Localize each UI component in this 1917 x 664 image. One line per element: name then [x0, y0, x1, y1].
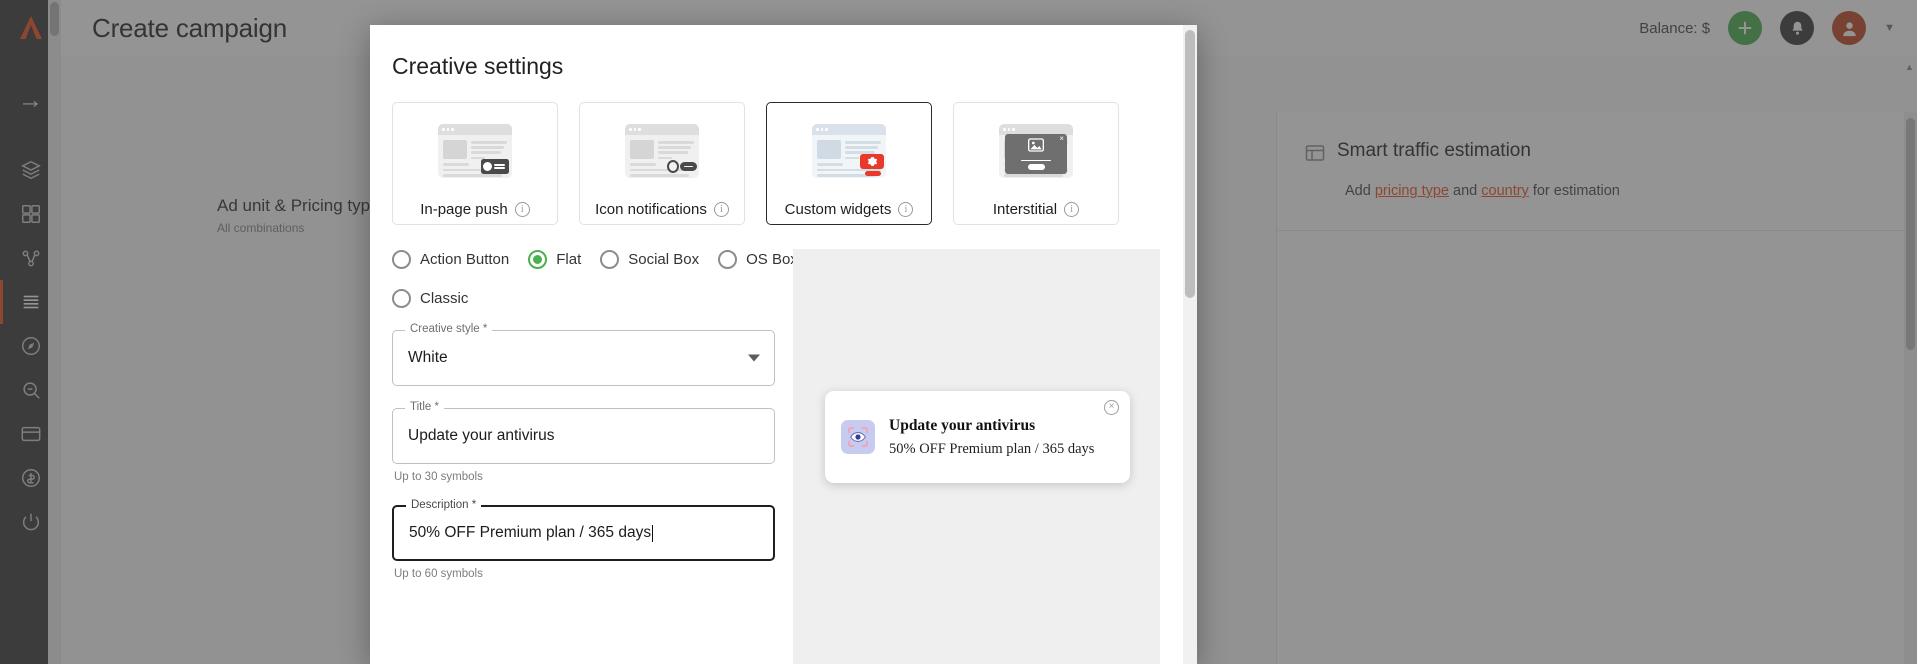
creative-form: Creative style * White Title * Update yo… — [392, 323, 775, 580]
radio-indicator[interactable] — [528, 250, 548, 269]
creative-style-label: Creative style * — [405, 323, 493, 335]
radio-indicator[interactable] — [718, 250, 738, 269]
radio-flat[interactable]: Flat — [528, 250, 581, 269]
radio-label: Classic — [420, 290, 469, 307]
card-label: Icon notifications — [595, 201, 707, 218]
title-helper-text: Up to 30 symbols — [394, 471, 483, 483]
modal-scrollbar-thumb[interactable] — [1185, 30, 1195, 298]
info-icon[interactable]: i — [1064, 202, 1080, 217]
radio-label: OS Box — [746, 251, 798, 268]
creative-preview-pane: Update your antivirus 50% OFF Premium pl… — [793, 249, 1160, 664]
radio-os-box[interactable]: OS Box — [718, 250, 798, 269]
interstitial-icon: × — [999, 120, 1073, 182]
description-value: 50% OFF Premium plan / 365 days — [409, 524, 652, 541]
close-circle-icon[interactable]: × — [1104, 400, 1119, 415]
creative-type-card-custom-widgets[interactable]: Custom widgets i — [766, 102, 932, 225]
info-icon[interactable]: i — [514, 202, 530, 217]
radio-indicator[interactable] — [392, 250, 411, 269]
ad-preview-card: Update your antivirus 50% OFF Premium pl… — [825, 391, 1130, 490]
card-label: Custom widgets — [784, 201, 892, 218]
radio-classic[interactable]: Classic — [392, 289, 468, 308]
text-cursor — [652, 524, 654, 542]
creative-style-value: White — [408, 349, 448, 366]
dialog-title: Creative settings — [392, 53, 564, 79]
info-icon[interactable]: i — [898, 202, 914, 217]
radio-label: Action Button — [420, 251, 510, 268]
modal-scrollbar[interactable] — [1183, 25, 1197, 664]
radio-social-box[interactable]: Social Box — [600, 250, 699, 269]
title-input[interactable]: Title * Update your antivirus — [392, 401, 775, 464]
description-helper-text: Up to 60 symbols — [394, 568, 483, 580]
title-label: Title * — [405, 401, 444, 413]
radio-indicator[interactable] — [392, 289, 411, 308]
creative-settings-dialog: Creative settings In-page push i Icon no… — [370, 25, 1197, 664]
inpage-push-icon — [438, 120, 512, 182]
creative-style-select[interactable]: Creative style * White — [392, 323, 775, 386]
title-value: Update your antivirus — [408, 427, 555, 444]
radio-action-button[interactable]: Action Button — [392, 250, 509, 269]
radio-indicator[interactable] — [600, 250, 620, 269]
custom-widget-icon — [812, 120, 886, 182]
radio-label: Social Box — [628, 251, 700, 268]
creative-type-cards: In-page push i Icon notifications i Cust… — [392, 102, 1183, 225]
description-input[interactable]: Description * 50% OFF Premium plan / 365… — [392, 499, 775, 561]
eye-scan-icon — [841, 420, 875, 454]
chevron-down-icon[interactable] — [748, 354, 760, 362]
card-label: Interstitial — [992, 201, 1058, 218]
creative-type-card-in-page-push[interactable]: In-page push i — [392, 102, 558, 225]
preview-title: Update your antivirus — [889, 416, 1036, 434]
creative-type-card-icon-notifications[interactable]: Icon notifications i — [579, 102, 745, 225]
creative-type-card-interstitial[interactable]: × Interstitial i — [953, 102, 1119, 225]
icon-notification-icon — [625, 120, 699, 182]
preview-description: 50% OFF Premium plan / 365 days — [889, 440, 1095, 457]
info-icon[interactable]: i — [713, 202, 729, 217]
radio-label: Flat — [556, 251, 582, 268]
description-label: Description * — [406, 499, 482, 511]
card-label: In-page push — [420, 201, 508, 218]
